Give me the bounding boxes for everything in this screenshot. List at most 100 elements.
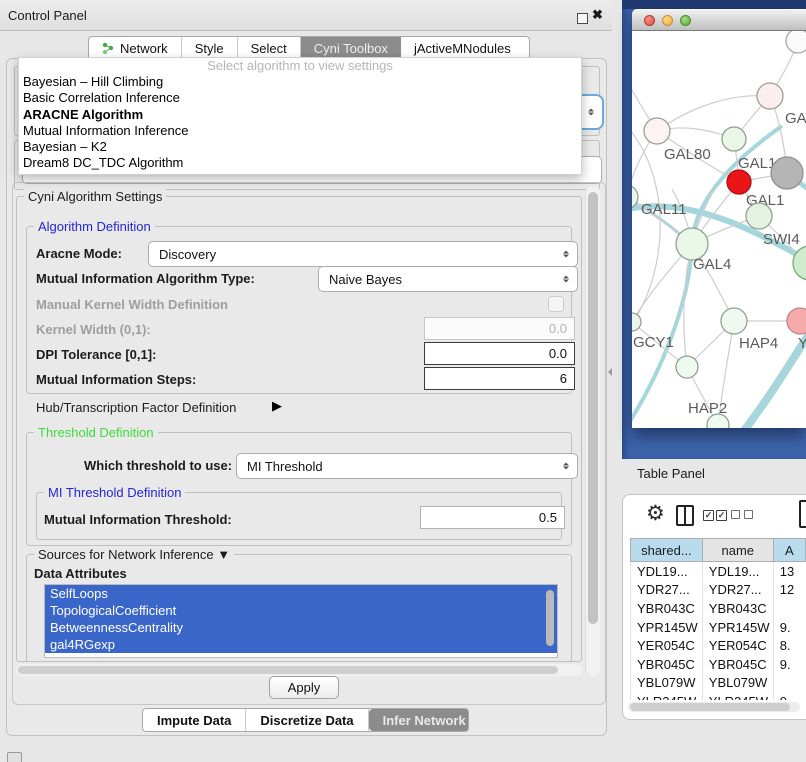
network-icon [102, 42, 115, 55]
column-header[interactable]: A [773, 539, 805, 562]
algorithm-option[interactable]: Basic Correlation Inference [19, 90, 581, 106]
data-attribute-item[interactable]: TopologicalCoefficient [45, 602, 557, 619]
node-label: GAL80 [664, 146, 711, 163]
algorithm-option[interactable]: Bayesian – Hill Climbing [19, 74, 581, 90]
minimize-traffic-light[interactable] [662, 15, 673, 26]
table-row[interactable]: YER054CYER054C8. [631, 636, 806, 655]
expand-arrow-icon[interactable]: ▶ [272, 398, 282, 414]
algorithm-definition-title: Algorithm Definition [34, 219, 155, 234]
float-window-icon[interactable] [577, 13, 588, 24]
tab-infer-network[interactable]: Infer Network [369, 709, 469, 731]
data-attribute-item[interactable]: SelfLoops [45, 585, 557, 602]
table-row[interactable]: YBR043CYBR043C [631, 599, 806, 618]
checked-checkbox-icon[interactable]: ✓ [703, 510, 714, 521]
column-header[interactable]: shared... [631, 539, 703, 562]
mi-type-combo[interactable]: Naive Bayes [318, 266, 578, 292]
columns-icon[interactable] [676, 505, 694, 526]
algorithm-dropdown-popup: Select algorithm to view settings Bayesi… [18, 57, 582, 175]
apply-button[interactable]: Apply [269, 676, 339, 699]
combo-spinner-icon [563, 251, 569, 258]
tab-impute-data[interactable]: Impute Data [143, 709, 246, 731]
zoom-traffic-light[interactable] [680, 15, 691, 26]
settings-hscrollbar[interactable] [16, 664, 582, 676]
table-row[interactable]: YDL19...YDL19...13 [631, 562, 806, 581]
data-attribute-item[interactable]: gal4RGexp [45, 636, 557, 653]
gear-icon[interactable]: ⚙ [646, 501, 665, 526]
data-attribute-item[interactable]: BetweennessCentrality [45, 619, 557, 636]
tab-style[interactable]: Style [182, 37, 238, 59]
table-row[interactable]: YPR145WYPR145W9. [631, 618, 806, 637]
table-hscrollbar-thumb[interactable] [630, 703, 790, 711]
tab-select[interactable]: Select [238, 37, 301, 59]
checked-checkbox-icon[interactable]: ✓ [716, 510, 727, 521]
unchecked-checkbox-icon[interactable] [744, 510, 753, 519]
network-window-titlebar[interactable] [632, 9, 806, 31]
table-hscrollbar[interactable] [628, 702, 800, 712]
close-icon[interactable]: ✖ [592, 7, 603, 23]
sources-group-title[interactable]: Sources for Network Inference ▼ [34, 547, 234, 562]
mi-steps-field[interactable]: 6 [424, 367, 575, 390]
node-label: GAL4 [693, 256, 731, 273]
aracne-mode-combo[interactable]: Discovery [148, 241, 578, 267]
network-node[interactable] [721, 308, 747, 334]
kernel-width-label: Kernel Width (0,1): [36, 322, 151, 337]
column-header[interactable]: name [702, 539, 773, 562]
data-attributes-list[interactable]: SelfLoopsTopologicalCoefficientBetweenne… [44, 584, 558, 658]
combo-spinner-icon [563, 463, 569, 470]
tab-jactivemnodules[interactable]: jActiveMNodules [401, 37, 524, 59]
node-label: GCY1 [633, 334, 674, 351]
mi-threshold-field[interactable]: 0.5 [420, 506, 565, 529]
node-table[interactable]: shared...nameA YDL19...YDL19...13YDR27..… [630, 538, 806, 700]
node-label: SWI4 [763, 231, 800, 248]
tab-cyni-toolbox[interactable]: Cyni Toolbox [301, 37, 401, 59]
network-node[interactable] [757, 83, 783, 109]
tab-network[interactable]: Network [89, 37, 182, 59]
collapsed-panel-icon[interactable] [7, 752, 22, 762]
manual-kernel-label: Manual Kernel Width Definition [36, 297, 228, 312]
dpi-tolerance-field[interactable]: 0.0 [424, 342, 575, 365]
algorithm-option[interactable]: Dream8 DC_TDC Algorithm [19, 155, 581, 171]
splitpane-handle[interactable] [604, 368, 612, 376]
dropdown-prompt: Select algorithm to view settings [19, 58, 581, 74]
cyni-algorithm-settings-title: Cyni Algorithm Settings [24, 189, 166, 204]
unchecked-checkbox-icon[interactable] [731, 510, 740, 519]
which-threshold-label: Which threshold to use: [84, 458, 232, 473]
algorithm-option[interactable]: Bayesian – K2 [19, 139, 581, 155]
network-node[interactable] [771, 157, 803, 189]
settings-hscrollbar-thumb[interactable] [18, 666, 558, 674]
table-row[interactable]: YBL079WYBL079W [631, 674, 806, 693]
aracne-mode-label: Aracne Mode: [36, 246, 122, 261]
close-traffic-light[interactable] [644, 15, 655, 26]
settings-vscrollbar[interactable] [585, 186, 600, 676]
table-row[interactable]: YDR27...YDR27...12 [631, 581, 806, 600]
kernel-width-field[interactable]: 0.0 [424, 317, 575, 340]
settings-vscrollbar-thumb[interactable] [588, 192, 598, 624]
list-scrollbar-thumb[interactable] [546, 590, 554, 646]
mi-threshold-group-title: MI Threshold Definition [44, 485, 185, 500]
network-view-window: GAL7GAL80GAL10GAL1GAL11SWI4GAL4GCY1HAP4Y… [632, 9, 806, 428]
network-node[interactable] [722, 127, 746, 151]
network-node[interactable] [727, 170, 751, 194]
cyni-bottom-tabs: Impute Data Discretize Data Infer Networ… [142, 708, 469, 732]
combo-spinner-icon [563, 276, 569, 283]
table-row[interactable]: YLR345WYLR345W9. [631, 692, 806, 700]
tab-discretize-data[interactable]: Discretize Data [246, 709, 368, 731]
network-node[interactable] [786, 31, 806, 53]
table-row[interactable]: YBR045CYBR045C9. [631, 655, 806, 674]
screen: Control Panel ✖ Network Style Select Cyn… [0, 0, 806, 762]
collapse-arrow-icon: ▼ [217, 547, 230, 562]
network-node[interactable] [644, 118, 670, 144]
network-desktop-top-band [622, 0, 806, 9]
node-label: Y [798, 335, 806, 352]
network-canvas[interactable]: GAL7GAL80GAL10GAL1GAL11SWI4GAL4GCY1HAP4Y… [632, 31, 806, 428]
which-threshold-combo[interactable]: MI Threshold [236, 453, 578, 479]
document-icon[interactable] [799, 500, 806, 528]
algorithm-option[interactable]: Mutual Information Inference [19, 123, 581, 139]
network-node[interactable] [676, 356, 698, 378]
manual-kernel-checkbox[interactable] [548, 296, 564, 312]
network-node[interactable] [746, 203, 772, 229]
network-node[interactable] [787, 308, 806, 334]
hub-definition-toggle-label[interactable]: Hub/Transcription Factor Definition [36, 400, 236, 415]
network-edge[interactable] [657, 96, 770, 131]
algorithm-option[interactable]: ARACNE Algorithm [19, 107, 581, 123]
